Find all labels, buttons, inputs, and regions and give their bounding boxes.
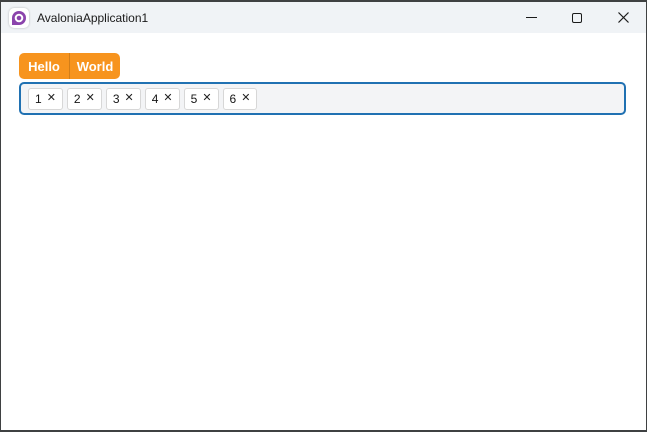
tab-world-label: World [76,58,114,74]
app-window: AvaloniaApplication1 Hello World 1 ✕ 2 ✕… [0,0,647,432]
maximize-icon [572,12,582,23]
close-icon [617,12,629,23]
tab-world[interactable]: World [70,53,120,79]
chip-1-remove-icon[interactable]: ✕ [47,93,56,104]
chip-2-remove-icon[interactable]: ✕ [86,93,95,104]
tab-hello-label: Hello [28,58,60,74]
tab-strip: Hello World [19,53,120,79]
window-title: AvaloniaApplication1 [37,10,149,25]
chip-6: 6 ✕ [222,87,258,110]
maximize-button[interactable] [554,2,600,33]
minimize-icon [525,17,537,18]
chip-2: 2 ✕ [66,87,102,110]
tab-hello[interactable]: Hello [19,53,69,79]
chip-5-label: 5 [190,91,198,106]
chip-1-label: 1 [35,91,42,106]
chip-6-label: 6 [229,91,237,106]
minimize-button[interactable] [508,2,554,33]
avalonia-logo-icon [9,7,29,28]
tag-input[interactable]: 1 ✕ 2 ✕ 3 ✕ 4 ✕ 5 ✕ 6 ✕ [19,82,626,115]
chip-3: 3 ✕ [105,87,141,110]
chip-4-remove-icon[interactable]: ✕ [163,93,172,104]
chip-1: 1 ✕ [28,87,63,110]
chip-6-remove-icon[interactable]: ✕ [241,93,250,104]
close-button[interactable] [600,2,646,33]
chip-3-label: 3 [112,91,120,106]
chip-3-remove-icon[interactable]: ✕ [125,93,134,104]
chip-4-label: 4 [151,91,159,106]
chip-2-label: 2 [73,91,81,106]
chip-4: 4 ✕ [144,87,180,110]
title-bar[interactable]: AvaloniaApplication1 [1,2,646,33]
window-controls [508,2,646,33]
chip-5-remove-icon[interactable]: ✕ [202,93,211,104]
chip-5: 5 ✕ [183,87,219,110]
